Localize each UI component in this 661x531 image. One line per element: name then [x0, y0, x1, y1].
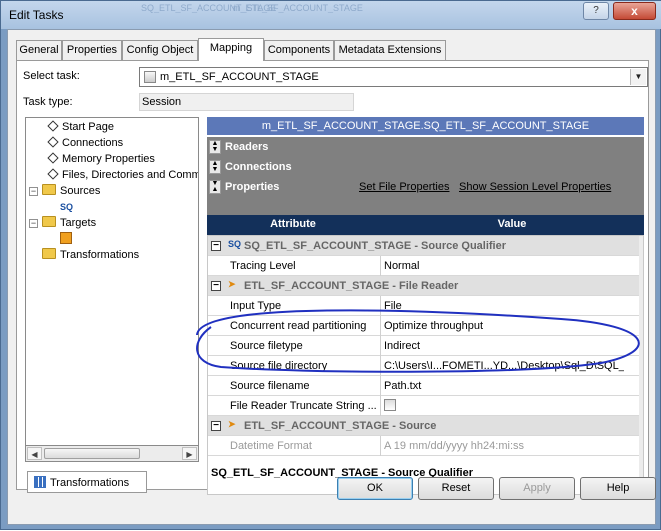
section-spacer: [207, 197, 644, 215]
tree-item-sources[interactable]: Sources: [42, 184, 100, 199]
column-header-value[interactable]: Value: [381, 218, 643, 230]
scroll-right-icon[interactable]: ▶: [182, 447, 197, 460]
tab-config-object[interactable]: Config Object: [122, 40, 198, 60]
properties-grid-header: Attribute Value: [207, 215, 644, 235]
set-file-properties-link[interactable]: Set File Properties: [359, 177, 449, 197]
table-row[interactable]: Source file directory C:\Users\I...FOMETI…: [208, 356, 643, 376]
tree-item-connections[interactable]: Connections: [48, 136, 123, 151]
expand-toggle-icon[interactable]: ▲ ▼: [209, 140, 221, 154]
scroll-left-icon[interactable]: ◀: [27, 447, 42, 460]
tree-item-targets[interactable]: Targets: [42, 216, 96, 231]
tab-general[interactable]: General: [16, 40, 62, 60]
diamond-icon: [48, 122, 57, 131]
collapse-icon[interactable]: −: [211, 421, 221, 431]
title-bar[interactable]: SQ_ETL_SF_ACCOUNT_STAGE m_ETL_SF_ACCOUNT…: [1, 1, 661, 29]
tree-item-target-instance[interactable]: [60, 232, 72, 247]
tree-item-start-page[interactable]: Start Page: [48, 120, 114, 135]
source-icon: ➤: [228, 419, 236, 429]
collapse-toggle-icon[interactable]: ▼ ▲: [209, 180, 221, 194]
reset-button[interactable]: Reset: [418, 477, 494, 500]
diamond-icon: [48, 138, 57, 147]
table-row[interactable]: Concurrent read partitioning Optimize thr…: [208, 316, 643, 336]
column-header-attribute[interactable]: Attribute: [207, 218, 379, 230]
close-button[interactable]: x: [613, 2, 656, 20]
chevron-down-icon[interactable]: ▼: [630, 69, 646, 85]
help-button-titlebar[interactable]: ?: [583, 2, 609, 20]
folder-icon: [42, 184, 56, 195]
table-row[interactable]: Source filetype Indirect: [208, 336, 643, 356]
folder-icon: [42, 248, 56, 259]
source-qualifier-icon: SQ: [228, 239, 242, 249]
collapse-sources-toggle[interactable]: −: [29, 187, 38, 196]
mapping-icon: [144, 71, 156, 83]
select-task-label: Select task:: [23, 70, 80, 82]
mapping-instance-header: m_ETL_SF_ACCOUNT_STAGE.SQ_ETL_SF_ACCOUNT…: [207, 117, 644, 135]
collapse-targets-toggle[interactable]: −: [29, 219, 38, 228]
show-session-level-properties-link[interactable]: Show Session Level Properties: [459, 177, 611, 197]
collapse-icon[interactable]: −: [211, 281, 221, 291]
properties-grid: − SQ SQ_ETL_SF_ACCOUNT_STAGE - Source Qual…: [207, 235, 644, 495]
tab-metadata-extensions[interactable]: Metadata Extensions: [334, 40, 446, 60]
tree-item-source-qualifier[interactable]: SQ: [60, 200, 76, 215]
table-row[interactable]: Source filename Path.txt: [208, 376, 643, 396]
section-readers[interactable]: ▲ ▼ Readers: [207, 137, 644, 157]
ok-button[interactable]: OK: [337, 477, 413, 500]
tree-item-memory-properties[interactable]: Memory Properties: [48, 152, 155, 167]
group-source-qualifier[interactable]: − SQ SQ_ETL_SF_ACCOUNT_STAGE - Source Qual…: [208, 236, 643, 256]
collapse-icon[interactable]: −: [211, 241, 221, 251]
background-ghost-text: m_ETL_SF_ACCOUNT_STAGE: [233, 3, 363, 13]
mapping-tab-panel: Select task: m_ETL_SF_ACCOUNT_STAGE ▼ Ta…: [16, 60, 649, 495]
file-reader-icon: ➤: [228, 279, 236, 289]
dialog-client: General Properties Config Object Mapping…: [7, 29, 656, 525]
edit-tasks-window: SQ_ETL_SF_ACCOUNT_STAGE m_ETL_SF_ACCOUNT…: [0, 0, 661, 530]
group-file-reader[interactable]: − ➤ ETL_SF_ACCOUNT_STAGE - File Reader: [208, 276, 643, 296]
navigation-tree: Start Page Connections Memory Properties…: [25, 117, 199, 447]
truncate-string-checkbox[interactable]: [384, 399, 396, 411]
select-task-dropdown[interactable]: m_ETL_SF_ACCOUNT_STAGE ▼: [139, 67, 648, 87]
folder-icon: [42, 216, 56, 227]
task-type-field: Session: [139, 93, 354, 111]
transformations-grid-icon: [34, 476, 46, 488]
scrollbar-thumb[interactable]: [44, 448, 140, 459]
apply-button[interactable]: Apply: [499, 477, 575, 500]
tree-horizontal-scrollbar[interactable]: ◀ ▶: [25, 445, 199, 462]
select-task-value: m_ETL_SF_ACCOUNT_STAGE: [160, 71, 319, 83]
tree-item-files-directories[interactable]: Files, Directories and Commands: [48, 168, 198, 183]
tree-item-transformations[interactable]: Transformations: [42, 248, 139, 263]
source-qualifier-icon: SQ: [60, 202, 74, 212]
tab-components[interactable]: Components: [264, 40, 334, 60]
table-row[interactable]: Datetime Format A 19 mm/dd/yyyy hh24:mi:s…: [208, 436, 643, 456]
expand-toggle-icon[interactable]: ▲ ▼: [209, 160, 221, 174]
task-type-label: Task type:: [23, 96, 73, 108]
group-source[interactable]: − ➤ ETL_SF_ACCOUNT_STAGE - Source: [208, 416, 643, 436]
tab-properties[interactable]: Properties: [62, 40, 122, 60]
section-connections[interactable]: ▲ ▼ Connections: [207, 157, 644, 177]
section-properties[interactable]: ▼ ▲ Properties Set File Properties Show Se…: [207, 177, 644, 197]
table-row[interactable]: Tracing Level Normal: [208, 256, 643, 276]
tab-mapping[interactable]: Mapping: [198, 38, 264, 61]
help-button[interactable]: Help: [580, 477, 656, 500]
tab-transformations-bottom[interactable]: Transformations: [27, 471, 147, 493]
window-title: Edit Tasks: [9, 8, 64, 22]
table-row[interactable]: Input Type File: [208, 296, 643, 316]
diamond-icon: [48, 154, 57, 163]
target-icon: [60, 232, 72, 244]
diamond-icon: [48, 170, 57, 179]
grid-vertical-scrollbar[interactable]: [639, 236, 643, 494]
table-row[interactable]: File Reader Truncate String ...: [208, 396, 643, 416]
